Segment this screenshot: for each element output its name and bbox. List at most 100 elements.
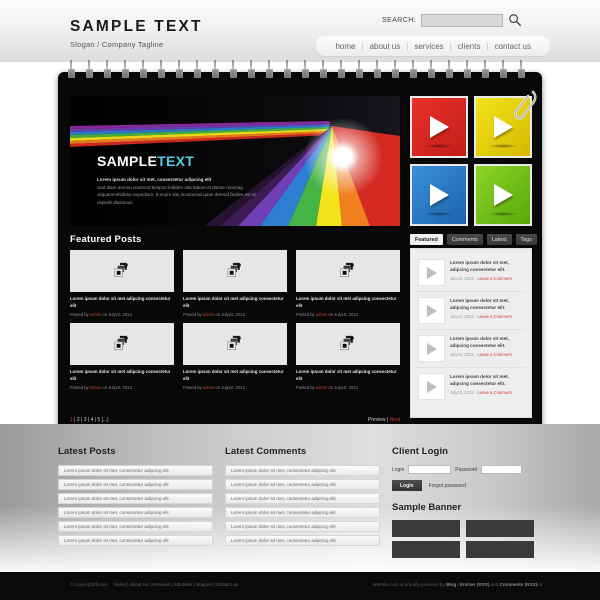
widget-item-thumbnail[interactable] [418, 373, 445, 400]
login-submit-button[interactable]: Login [392, 480, 422, 491]
tile-shadow [488, 144, 518, 148]
featured-posts-grid: Lorem ipsum dolor sit met adipcing conse… [70, 250, 400, 396]
pagination-pages[interactable]: 1 | 2 | 3 | 4 | 5 [...] [70, 417, 109, 423]
footer-links[interactable]: Home | About Us | Services | Solutions |… [114, 582, 238, 587]
featured-post-author[interactable]: admin [90, 312, 101, 317]
page-rest[interactable]: | 2 | 3 | 4 | 5 [...] [73, 417, 108, 423]
featured-post-title[interactable]: Lorem ipsum dolor sit met adipcing conse… [70, 369, 174, 382]
featured-post-title[interactable]: Lorem ipsum dolor sit met adipcing conse… [183, 369, 287, 382]
widget-item-thumbnail[interactable] [418, 335, 445, 362]
search-input[interactable] [421, 13, 503, 27]
widget-item-title[interactable]: Lorem ipsum dolor sit met, adipcing cons… [450, 259, 524, 273]
sidebar-widget-item[interactable]: Lorem ipsum dolor sit met, adipcing cons… [416, 292, 526, 330]
latest-comment-item[interactable]: Lorem ipsum dolor sit met, consectetur a… [225, 465, 380, 476]
featured-post-author[interactable]: admin [203, 385, 214, 390]
widget-item-thumbnail[interactable] [418, 297, 445, 324]
leave-a-comment-link[interactable]: Leave a Comment [477, 352, 511, 357]
latest-comment-item[interactable]: Lorem ipsum dolor sit met, consectetur a… [225, 493, 380, 504]
sidebar-widget-item[interactable]: Lorem ipsum dolor sit met, adipcing cons… [416, 330, 526, 368]
spiral-ring [518, 60, 525, 80]
spiral-ring [194, 60, 201, 80]
spiral-clip [86, 69, 93, 78]
featured-post-thumbnail[interactable] [183, 323, 287, 366]
spiral-clip [446, 69, 453, 78]
leave-a-comment-link[interactable]: Leave a Comment [477, 276, 511, 281]
tile-blue[interactable] [410, 164, 468, 226]
pagination-prev[interactable]: Preview [368, 417, 386, 423]
password-input[interactable] [481, 465, 523, 474]
site-logo[interactable]: SAMPLE TEXT Slogan / Company Tagline [70, 18, 203, 49]
latest-comment-item[interactable]: Lorem ipsum dolor sit met, consectetur a… [225, 535, 380, 546]
featured-post-meta: Posted by admin on July10, 2012 [70, 312, 174, 317]
featured-post-card[interactable]: Lorem ipsum dolor sit met adipcing conse… [70, 323, 174, 390]
latest-comment-item[interactable]: Lorem ipsum dolor sit met, consectetur a… [225, 521, 380, 532]
banner-4[interactable] [466, 541, 534, 558]
login-input[interactable] [408, 465, 452, 474]
feature-tiles [410, 90, 537, 226]
latest-post-item[interactable]: Lorem ipsum dolor sit met, consectetur a… [58, 521, 213, 532]
spiral-ring [230, 60, 237, 80]
spiral-clip [518, 69, 525, 78]
featured-post-thumbnail[interactable] [296, 250, 400, 292]
featured-post-card[interactable]: Lorem ipsum dolor sit met adipcing conse… [70, 250, 174, 317]
featured-post-title[interactable]: Lorem ipsum dolor sit met adipcing conse… [183, 296, 287, 309]
sidebar-tab-comments[interactable]: Comments [446, 234, 483, 245]
spiral-clip [410, 69, 417, 78]
footer-entries-rss-link[interactable]: Entries (RSS) [460, 582, 489, 587]
hero-banner[interactable]: SAMPLETEXT Lorem ipsum dolor sit met, co… [70, 96, 400, 226]
widget-item-thumbnail[interactable] [418, 259, 445, 286]
featured-post-title[interactable]: Lorem ipsum dolor sit met adipcing conse… [296, 369, 400, 382]
leave-a-comment-link[interactable]: Leave a Comment [477, 314, 511, 319]
sidebar-tab-tags[interactable]: Tags [515, 234, 537, 245]
featured-post-author[interactable]: admin [316, 312, 327, 317]
pagination-next[interactable]: Next [390, 417, 400, 423]
featured-post-card[interactable]: Lorem ipsum dolor sit met adipcing conse… [296, 323, 400, 390]
tile-red[interactable] [410, 96, 468, 158]
latest-post-item[interactable]: Lorem ipsum dolor sit met, consectetur a… [58, 479, 213, 490]
featured-post-card[interactable]: Lorem ipsum dolor sit met adipcing conse… [183, 250, 287, 317]
widget-item-date: July10, 2012 [450, 351, 474, 357]
featured-post-thumbnail[interactable] [296, 323, 400, 366]
featured-post-title[interactable]: Lorem ipsum dolor sit met adipcing conse… [296, 296, 400, 309]
nav-item-about-us[interactable]: about us [364, 42, 407, 51]
leave-a-comment-link[interactable]: Leave a Comment [477, 390, 511, 395]
featured-post-title[interactable]: Lorem ipsum dolor sit met adipcing conse… [70, 296, 174, 309]
nav-item-home[interactable]: home [329, 42, 361, 51]
sidebar-tab-latest[interactable]: Latest [486, 234, 512, 245]
featured-post-card[interactable]: Lorem ipsum dolor sit met adipcing conse… [183, 323, 287, 390]
spiral-clip [158, 69, 165, 78]
banner-3[interactable] [392, 541, 460, 558]
featured-post-author[interactable]: admin [203, 312, 214, 317]
sidebar-widget-item[interactable]: Lorem ipsum dolor sit met, adipcing cons… [416, 368, 526, 405]
featured-post-thumbnail[interactable] [70, 250, 174, 292]
search-icon[interactable] [508, 13, 522, 27]
banner-1[interactable] [392, 520, 460, 537]
latest-post-item[interactable]: Lorem ipsum dolor sit met, consectetur a… [58, 535, 213, 546]
widget-item-title[interactable]: Lorem ipsum dolor sit met, adipcing cons… [450, 373, 524, 387]
spiral-clip [68, 69, 75, 78]
nav-item-clients[interactable]: clients [452, 42, 487, 51]
latest-post-item[interactable]: Lorem ipsum dolor sit met, consectetur a… [58, 493, 213, 504]
nav-item-contact-us[interactable]: contact us [489, 42, 537, 51]
footer-blog-link[interactable]: Blog [446, 582, 456, 587]
featured-post-thumbnail[interactable] [70, 323, 174, 366]
latest-comment-item[interactable]: Lorem ipsum dolor sit met, consectetur a… [225, 507, 380, 518]
sidebar-widget-item[interactable]: Lorem ipsum dolor sit met, adipcing cons… [416, 254, 526, 292]
featured-post-author[interactable]: admin [316, 385, 327, 390]
footer-comments-rss-link[interactable]: Comments (RSS) [500, 582, 538, 587]
featured-post-card[interactable]: Lorem ipsum dolor sit met adipcing conse… [296, 250, 400, 317]
latest-post-item[interactable]: Lorem ipsum dolor sit met, consectetur a… [58, 465, 213, 476]
sidebar-tab-featured[interactable]: Featured [410, 234, 443, 245]
latest-comment-item[interactable]: Lorem ipsum dolor sit met, consectetur a… [225, 479, 380, 490]
featured-post-thumbnail[interactable] [183, 250, 287, 292]
widget-item-title[interactable]: Lorem ipsum dolor sit met, adipcing cons… [450, 335, 524, 349]
featured-post-author[interactable]: admin [90, 385, 101, 390]
widget-item-title[interactable]: Lorem ipsum dolor sit met, adipcing cons… [450, 297, 524, 311]
latest-post-item[interactable]: Lorem ipsum dolor sit met, consectetur a… [58, 507, 213, 518]
forgot-password-link[interactable]: Forgot password [429, 483, 466, 489]
spiral-ring [86, 60, 93, 80]
banner-2[interactable] [466, 520, 534, 537]
nav-item-services[interactable]: services [408, 42, 449, 51]
tile-green[interactable] [474, 164, 532, 226]
footer-right: Website.com is proudly powered by Blog |… [372, 582, 542, 587]
